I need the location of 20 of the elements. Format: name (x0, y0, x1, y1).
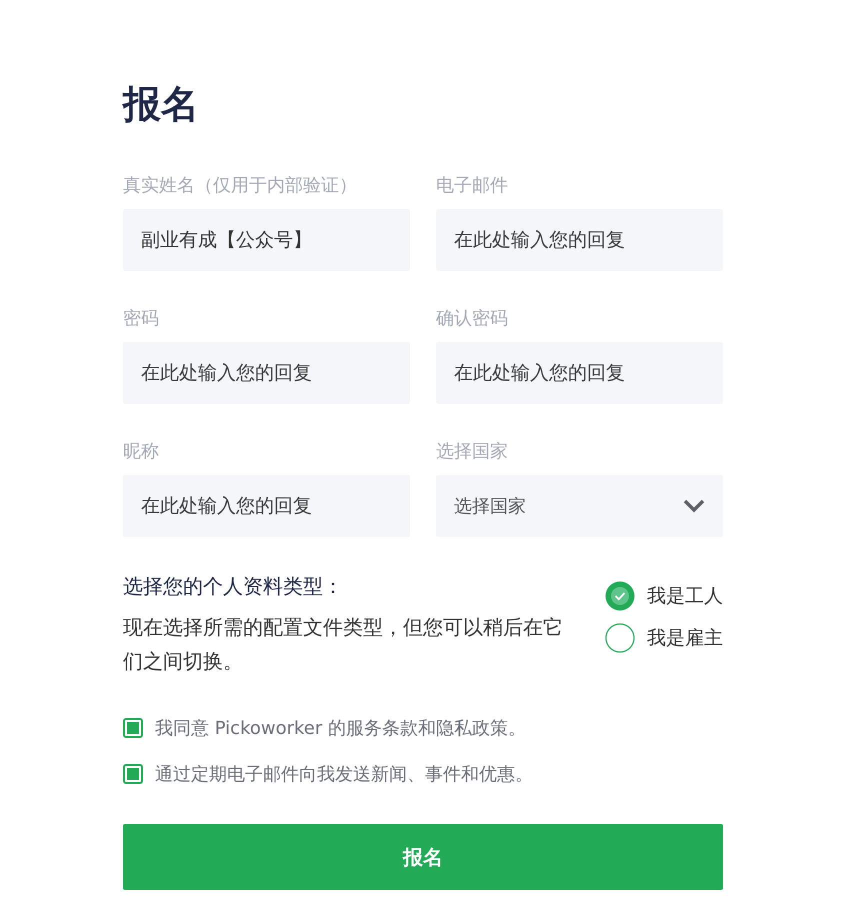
section-description: 现在选择所需的配置文件类型，但您可以稍后在它们之间切换。 (123, 614, 564, 675)
field-label: 选择国家 (436, 440, 509, 464)
field-label: 确认密码 (436, 307, 509, 331)
field-label: 电子邮件 (436, 174, 509, 198)
page-title: 报名 (123, 81, 200, 128)
chevron-down-icon (683, 499, 705, 513)
text-field[interactable]: 在此处输入您的回复 (123, 342, 410, 404)
text-field[interactable]: 副业有成【公众号】 (123, 209, 410, 271)
agreement-checkbox[interactable]: 我同意 Pickoworker 的服务条款和隐私政策。 (123, 716, 723, 740)
section-heading: 选择您的个人资料类型： (123, 573, 344, 600)
text-field[interactable]: 在此处输入您的回复 (436, 209, 723, 271)
field-label: 昵称 (123, 440, 160, 464)
field-label: 真实姓名（仅用于内部验证） (123, 174, 358, 198)
agreement-checkbox[interactable]: 通过定期电子邮件向我发送新闻、事件和优惠。 (123, 762, 723, 786)
field-label: 密码 (123, 307, 160, 331)
country-dropdown[interactable]: 选择国家 (436, 475, 723, 537)
text-field[interactable]: 在此处输入您的回复 (436, 342, 723, 404)
radio-option[interactable]: 我是雇主 (605, 623, 723, 653)
text-field[interactable]: 在此处输入您的回复 (123, 475, 410, 537)
radio-option[interactable]: 我是工人 (605, 581, 723, 611)
